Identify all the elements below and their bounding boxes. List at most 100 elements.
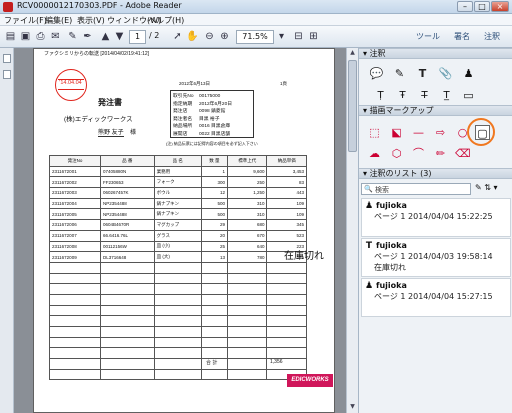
table-cell: 2311672002 (49, 176, 101, 189)
table-cell: FF230653 (99, 176, 155, 189)
table-cell: 780 (227, 251, 268, 263)
table-cell: 1,250 (227, 187, 268, 199)
empty-table-row (49, 283, 307, 295)
page-thumbnails-icon[interactable] (3, 54, 11, 63)
table-cell: 00112156W (99, 240, 155, 253)
text-box-icon[interactable]: ⬚ (367, 125, 382, 140)
eraser-icon[interactable]: ⌫ (455, 146, 471, 161)
menu-file[interactable]: ファイル(F) (4, 15, 47, 26)
vertical-scrollbar[interactable]: ▲ ▼ (346, 48, 358, 413)
document-date: 2012年6月13日 (179, 81, 211, 86)
sign-tab[interactable]: 署名 (454, 31, 470, 42)
table-cell: 業務用 (153, 165, 202, 178)
strikethrough-icon[interactable]: T̶ (417, 88, 432, 103)
print-icon[interactable]: ⎙ (34, 30, 47, 43)
line-icon[interactable]: — (411, 125, 426, 140)
sticky-note-icon[interactable]: 💬 (369, 66, 384, 81)
stamp-icon[interactable]: ♟ (461, 66, 476, 81)
hand-tool-icon[interactable]: ✋ (186, 30, 199, 43)
sign-icon[interactable]: ✒ (81, 30, 94, 43)
comment-icon[interactable]: ✎ (66, 30, 79, 43)
comment-date: ページ 1 2014/04/04 15:22:25 (374, 212, 493, 221)
drawing-markup-section-header[interactable]: ▾ 描画マークアップ (359, 105, 512, 116)
table-row: 2311672001 07405880N 業務用 1 9,600 3,453 (49, 165, 307, 178)
comment-tab[interactable]: 注釈 (484, 31, 500, 42)
comment-author: fujioka (376, 201, 407, 210)
table-cell: 83 (266, 176, 307, 189)
email-icon[interactable]: ✉ (49, 30, 62, 43)
scroll-up-icon[interactable]: ▲ (347, 48, 358, 58)
table-row: 2311672009 DL3716648 皿 (大) 13 780 275 (49, 251, 307, 263)
table-cell: 12 (200, 187, 229, 199)
table-cell: 680 (227, 219, 268, 231)
add-text-icon[interactable]: T (415, 66, 430, 81)
polygon-icon[interactable]: ⬡ (389, 146, 404, 161)
col-header: 納品単価 (266, 155, 307, 167)
zoom-out-icon[interactable]: ⊖ (203, 30, 216, 43)
table-cell: 皿 (大) (153, 251, 202, 263)
table-row: 2311672002 FF230653 フォーク 300 250 83 (49, 176, 307, 189)
menu-edit[interactable]: 編集(E) (45, 15, 72, 26)
menu-bar: ファイル(F) 編集(E) 表示(V) ウィンドウ(W) ヘルプ(H) (0, 14, 512, 26)
attachments-icon[interactable] (3, 70, 11, 79)
scroll-thumb[interactable] (348, 60, 357, 152)
table-cell: 25 (200, 240, 229, 253)
minimize-button[interactable]: – (457, 1, 473, 12)
tools-tab[interactable]: ツール (416, 31, 440, 42)
list-options-icons[interactable]: ✎ ⇅ ▾ (475, 183, 498, 192)
replace-text-icon[interactable]: Ŧ (395, 88, 410, 103)
table-cell: 300 (200, 176, 229, 189)
insert-text-icon[interactable]: Ṭ (373, 88, 388, 103)
cloud-icon[interactable]: ☁ (367, 146, 382, 161)
text-comment-icon[interactable]: ▭ (461, 88, 476, 103)
page-number-input[interactable]: 1 (129, 30, 146, 44)
table-cell: 109 (266, 208, 307, 221)
table-cell: 523 (266, 229, 307, 242)
zoom-dropdown-icon[interactable]: ▾ (275, 30, 288, 43)
comment-list-section-header[interactable]: ▾ 注釈のリスト (3) (359, 168, 512, 179)
date-stamp[interactable]: '14.04.04 (55, 69, 87, 101)
highlight-text-icon[interactable]: ✎ (392, 66, 407, 81)
prev-page-icon[interactable]: ▲ (99, 30, 112, 43)
annotations-section-header[interactable]: ▾ 注釈 (359, 48, 512, 59)
search-field[interactable]: 🔍 検索 (361, 183, 471, 195)
comment-item[interactable]: ♟ fujioka ページ 1 2014/04/04 15:27:15 (361, 278, 511, 317)
stock-annotation-text[interactable]: 在庫切れ (284, 247, 324, 262)
table-row: 2311672004 NP2354488 鍋ナプキン 500 310 109 (49, 197, 307, 210)
callout-icon[interactable]: ⬕ (389, 125, 404, 140)
maximize-button[interactable]: □ (474, 1, 490, 12)
comment-author: fujioka (376, 241, 407, 250)
table-cell: 670 (227, 229, 268, 242)
col-header: 品 名 (153, 155, 202, 167)
col-header: 発注No (49, 155, 101, 167)
total-value: 1,356 (270, 359, 283, 365)
save-icon[interactable]: ▣ (19, 30, 32, 43)
table-cell: 鍋ナプキン (153, 197, 202, 210)
scroll-down-icon[interactable]: ▼ (347, 402, 358, 412)
comment-item[interactable]: ♟ fujioka ページ 1 2014/04/04 15:22:25 (361, 198, 511, 237)
table-cell: グラス (153, 229, 202, 242)
close-button[interactable]: × (491, 1, 509, 12)
fit-page-icon[interactable]: ⊟ (292, 30, 305, 43)
polyline-icon[interactable]: ⌒ (411, 146, 426, 161)
select-tool-icon[interactable]: ➚ (171, 30, 184, 43)
underline-icon[interactable]: T̲ (439, 88, 454, 103)
document-area: ファクシミリからの転送 [2014/04/02/19:41:12] '14.04… (14, 48, 349, 413)
next-page-icon[interactable]: ▼ (113, 30, 126, 43)
comment-item[interactable]: T fujioka ページ 1 2014/04/03 19:58:14 在庫切れ (361, 238, 511, 277)
fax-header: ファクシミリからの転送 [2014/04/02/19:41:12] (44, 51, 150, 57)
table-cell: 500 (200, 197, 229, 210)
table-cell: 310 (227, 208, 268, 221)
menu-view[interactable]: 表示(V) (77, 15, 105, 26)
zoom-field[interactable]: 71.5% (236, 30, 274, 44)
arrow-icon[interactable]: ⇨ (433, 125, 448, 140)
open-icon[interactable]: ▤ (4, 30, 17, 43)
zoom-in-icon[interactable]: ⊕ (218, 30, 231, 43)
menu-help[interactable]: ヘルプ(H) (148, 15, 184, 26)
col-header: 数 量 (200, 155, 229, 167)
table-cell: 109 (266, 197, 307, 210)
pencil-icon[interactable]: ✏ (433, 146, 448, 161)
table-cell: フォーク (153, 176, 202, 189)
attach-file-icon[interactable]: 📎 (438, 66, 453, 81)
fit-width-icon[interactable]: ⊞ (307, 30, 320, 43)
